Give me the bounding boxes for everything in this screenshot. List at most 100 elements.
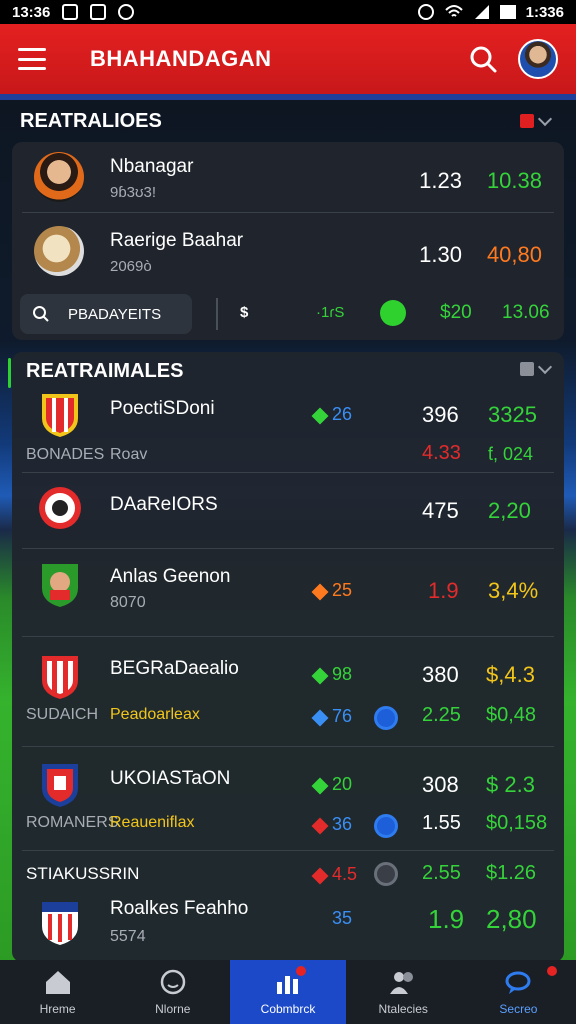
arrow-up-icon (311, 407, 329, 425)
arrow-down-icon (311, 867, 329, 885)
team-name: UKOIASTaON (110, 768, 231, 789)
table-row[interactable]: UKOIASTaON ROMANERS Reaueniflax 20 36 30… (12, 754, 564, 850)
status-time: 13:36 (12, 3, 51, 21)
payout-value: $ 2.3 (486, 772, 535, 797)
table-row[interactable]: Anlas Geenon 8070 25 1.9 3,4% (12, 556, 564, 634)
mascot-avatar (34, 226, 84, 276)
odds-change: 98 (332, 664, 353, 684)
nav-live[interactable]: Nlorne (115, 960, 230, 1024)
stat-value: ·1ɾS (316, 304, 345, 321)
team-crest-icon (42, 764, 78, 807)
nav-label: Cobmbrck (260, 1002, 316, 1016)
odds-value: 1.9 (428, 904, 465, 934)
nav-matches[interactable]: Ntalecies (346, 960, 461, 1024)
nav-scoreboard[interactable]: Cobmbrck (230, 960, 346, 1024)
battery-icon (499, 5, 516, 19)
team-sub: Roav (110, 446, 148, 463)
nav-label: Nlorne (155, 1002, 191, 1016)
odds-change: 76 (332, 706, 353, 726)
alarm-icon (417, 4, 434, 20)
list-item[interactable]: Nbanagar 9ɓ3ʊ3! 1.23 10.38 (12, 146, 564, 216)
payout-value: 3325 (488, 402, 537, 427)
payout-value: 10.38 (486, 168, 542, 193)
nav-label: Ntalecies (378, 1002, 428, 1016)
player-sub: 2069ò (110, 258, 152, 275)
team-sub: 8070 (110, 594, 146, 611)
search-icon (33, 306, 49, 322)
filter-icon (520, 362, 534, 376)
boost-coin-icon[interactable] (374, 862, 398, 886)
signal-icon (474, 5, 489, 19)
list-item[interactable]: Raerige Baahar 2069ò 1.30 40,80 (12, 220, 564, 290)
team-sub: SUDAICH (26, 706, 99, 723)
user-avatar[interactable] (518, 39, 558, 79)
stat-value: 13.06 (502, 302, 550, 323)
featured-card: Nbanagar 9ɓ3ʊ3! 1.23 10.38 Raerige Baaha… (12, 142, 564, 340)
payout-value: 40,80 (486, 242, 542, 267)
odds-change: 26 (332, 404, 353, 424)
payout-value: $,4.3 (486, 662, 535, 687)
status-clock: 1:336 (525, 3, 564, 21)
table-row[interactable]: DAaReIORS 475 2,20 (12, 480, 564, 544)
payout-value: $1.26 (486, 862, 537, 884)
odds-value: 2.25 (422, 704, 461, 726)
wifi-icon (444, 5, 463, 17)
predictions-label: PBADAYEITS (68, 305, 162, 323)
group-header: STIAKUSSRIN (26, 864, 140, 883)
divider (22, 850, 554, 851)
currency-label: $ (240, 304, 249, 321)
predictions-button[interactable]: PBADAYEITS (20, 294, 192, 334)
chevron-down-icon (537, 111, 553, 126)
divider (22, 472, 554, 473)
team-crest-icon (42, 902, 78, 945)
table-row[interactable]: BEGRaDaealio SUDAICH Peadoarleax 98 76 3… (12, 644, 564, 744)
section2-toggle[interactable] (520, 359, 553, 376)
team-sub: Reaueniflax (110, 814, 195, 831)
nav-label: Hreme (39, 1002, 76, 1016)
team-sub: 5574 (110, 928, 146, 945)
boost-coin-icon[interactable] (374, 814, 398, 838)
odds-value: 1.9 (428, 578, 459, 603)
nav-home[interactable]: Hreme (0, 960, 115, 1024)
odds-change: 35 (332, 908, 353, 928)
team-name: Roalkes Feahho (110, 898, 249, 919)
app-notification-icon (118, 4, 135, 20)
payout-value: 2,80 (486, 904, 537, 934)
odds-value: 380 (422, 662, 459, 687)
divider (216, 298, 218, 330)
live-indicator-icon[interactable] (380, 300, 406, 326)
search-icon[interactable] (468, 44, 498, 74)
nav-scores[interactable]: Secreo (461, 960, 576, 1024)
home-icon (45, 971, 70, 994)
team-crest-icon (42, 656, 78, 699)
divider (22, 212, 554, 213)
app-title: BHAHANDAGAN (90, 46, 272, 71)
gallery-icon (90, 4, 107, 20)
chat-icon (505, 971, 531, 994)
team-crest-icon (42, 564, 78, 607)
hamburger-menu-icon[interactable] (18, 48, 46, 70)
team-sub: ROMANERS (26, 814, 119, 831)
boost-coin-icon[interactable] (374, 706, 398, 730)
section-accent (8, 358, 11, 388)
stat-value: $20 (440, 302, 472, 323)
team-sub: Peadoarleax (110, 706, 200, 723)
section1-toggle[interactable] (520, 111, 553, 128)
divider (22, 746, 554, 747)
app-bar: BHAHANDAGAN (0, 24, 576, 94)
card-actions: PBADAYEITS $ ·1ɾS $20 13.06 (20, 292, 556, 336)
divider (22, 548, 554, 549)
notification-icon (62, 4, 79, 20)
table-row[interactable]: PoectiSDoni BONADES Roav 26 396 3325 4.3… (12, 390, 564, 472)
arrow-up-icon (311, 777, 329, 795)
payout-value: ƭ, 024 (488, 444, 534, 464)
odds-value: 2.55 (422, 862, 461, 884)
people-icon (390, 972, 414, 994)
face-icon (160, 969, 186, 995)
chevron-down-icon (537, 359, 553, 374)
odds-value: 1.55 (422, 812, 461, 834)
payout-value: 3,4% (488, 578, 539, 603)
arrow-down-icon (311, 583, 329, 601)
team-crest-icon (42, 394, 78, 437)
table-row[interactable]: STIAKUSSRIN 4.5 2.55 $1.26 Roalkes Feahh… (12, 858, 564, 958)
